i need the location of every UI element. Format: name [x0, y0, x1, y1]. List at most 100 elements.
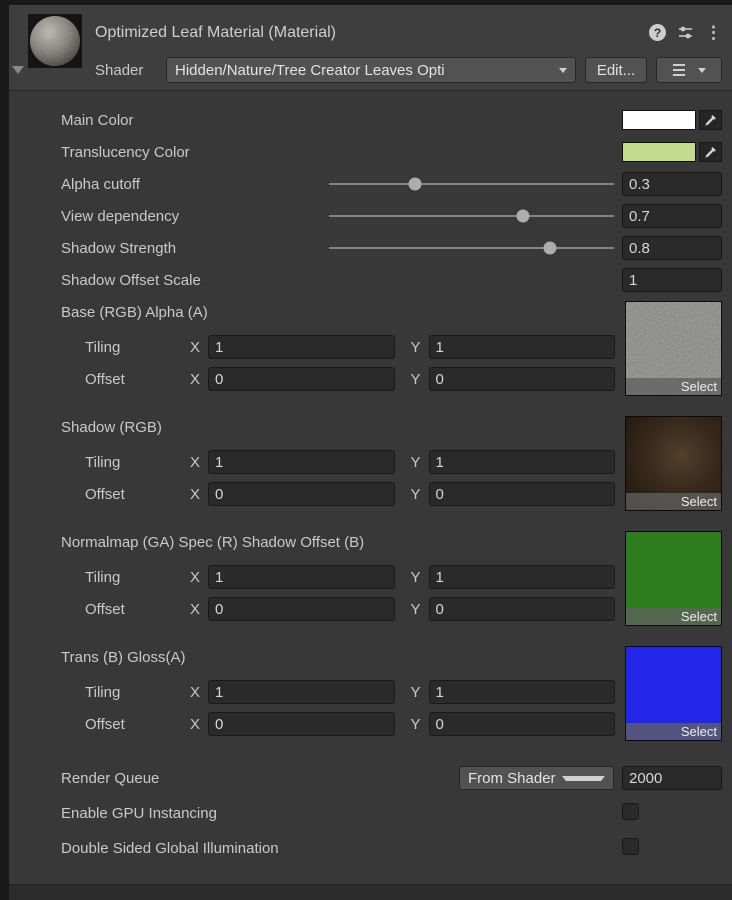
alpha-cutoff-input[interactable] [622, 172, 722, 196]
shader-dropdown[interactable]: Hidden/Nature/Tree Creator Leaves Opti [166, 57, 576, 83]
texture-thumbnail[interactable]: Select [625, 531, 722, 626]
property-label: Alpha cutoff [61, 176, 329, 193]
y-axis-label: Y [411, 486, 429, 503]
material-footer: Render Queue From Shader Enable GPU Inst… [61, 765, 722, 861]
texture-slot-trans: Trans (B) Gloss(A) Select Tiling X Y Off… [61, 646, 722, 737]
presets-icon[interactable] [677, 24, 694, 41]
x-axis-label: X [190, 339, 208, 356]
offset-row: Offset X Y [85, 596, 615, 622]
texture-thumbnail[interactable]: Select [625, 646, 722, 741]
slider-track[interactable] [329, 247, 614, 249]
property-label: Shadow Strength [61, 240, 329, 257]
tiling-y-input[interactable] [429, 335, 616, 359]
edit-shader-button[interactable]: Edit... [585, 57, 647, 83]
offset-label: Offset [85, 371, 190, 388]
offset-x-input[interactable] [208, 367, 395, 391]
tiling-y-input[interactable] [429, 565, 616, 589]
tiling-label: Tiling [85, 454, 190, 471]
offset-label: Offset [85, 601, 190, 618]
offset-y-input[interactable] [429, 712, 616, 736]
offset-row: Offset X Y [85, 711, 615, 737]
material-inspector-window: Optimized Leaf Material (Material) ? ⋮ S… [0, 0, 732, 900]
view-dependency-slider[interactable] [329, 203, 614, 229]
texture-select-button[interactable]: Select [626, 493, 721, 510]
tiling-row: Tiling X Y [85, 449, 615, 475]
texture-select-button[interactable]: Select [626, 608, 721, 625]
color-field [622, 110, 722, 130]
tiling-y-input[interactable] [429, 450, 616, 474]
tiling-x-input[interactable] [208, 335, 395, 359]
slider-knob[interactable] [516, 210, 529, 223]
x-axis-label: X [190, 454, 208, 471]
view-dependency-input[interactable] [622, 204, 722, 228]
main-color-row: Main Color [61, 107, 722, 133]
sphere-preview-image [29, 15, 81, 67]
alpha-cutoff-slider[interactable] [329, 171, 614, 197]
y-axis-label: Y [411, 716, 429, 733]
x-axis-label: X [190, 716, 208, 733]
tiling-x-input[interactable] [208, 680, 395, 704]
offset-x-input[interactable] [208, 482, 395, 506]
y-axis-label: Y [411, 569, 429, 586]
render-queue-input[interactable] [622, 766, 722, 790]
tiling-label: Tiling [85, 339, 190, 356]
texture-label: Trans (B) Gloss(A) [61, 646, 615, 670]
property-label: Shadow Offset Scale [61, 272, 329, 289]
eyedropper-button[interactable] [699, 142, 722, 162]
double-sided-gi-checkbox[interactable] [622, 838, 639, 855]
texture-slot-shadow: Shadow (RGB) Select Tiling X Y Offset X … [61, 416, 722, 507]
property-label: View dependency [61, 208, 329, 225]
help-icon[interactable]: ? [649, 24, 666, 41]
chevron-down-icon [559, 68, 567, 73]
texture-slot-base: Base (RGB) Alpha (A) Select Tiling [61, 301, 722, 392]
property-label: Translucency Color [61, 144, 329, 161]
offset-x-input[interactable] [208, 597, 395, 621]
eyedropper-icon [704, 146, 717, 159]
texture-select-button[interactable]: Select [626, 378, 721, 395]
slider-track[interactable] [329, 183, 614, 185]
gpu-instancing-checkbox[interactable] [622, 803, 639, 820]
offset-row: Offset X Y [85, 481, 615, 507]
offset-row: Offset X Y [85, 366, 615, 392]
tiling-x-input[interactable] [208, 450, 395, 474]
shadow-offset-scale-input[interactable] [622, 268, 722, 292]
main-color-swatch[interactable] [622, 110, 696, 130]
material-foldout-arrow[interactable] [12, 66, 24, 74]
offset-label: Offset [85, 486, 190, 503]
translucency-color-swatch[interactable] [622, 142, 696, 162]
tiling-y-input[interactable] [429, 680, 616, 704]
offset-x-input[interactable] [208, 712, 395, 736]
y-axis-label: Y [411, 371, 429, 388]
property-label: Main Color [61, 112, 329, 129]
more-menu-icon[interactable]: ⋮ [705, 24, 722, 41]
texture-select-button[interactable]: Select [626, 723, 721, 740]
eyedropper-button[interactable] [699, 110, 722, 130]
shadow-strength-input[interactable] [622, 236, 722, 260]
texture-label: Normalmap (GA) Spec (R) Shadow Offset (B… [61, 531, 615, 555]
double-sided-gi-row: Double Sided Global Illumination [61, 835, 722, 861]
double-sided-gi-label: Double Sided Global Illumination [61, 840, 279, 857]
render-queue-row: Render Queue From Shader [61, 765, 722, 791]
tiling-x-input[interactable] [208, 565, 395, 589]
slider-knob[interactable] [408, 178, 421, 191]
gpu-instancing-label: Enable GPU Instancing [61, 805, 217, 822]
x-axis-label: X [190, 486, 208, 503]
shadow-strength-slider[interactable] [329, 235, 614, 261]
material-preview-sphere [28, 14, 82, 68]
tiling-row: Tiling X Y [85, 334, 615, 360]
offset-y-input[interactable] [429, 482, 616, 506]
slider-knob[interactable] [543, 242, 556, 255]
shader-menu-button[interactable] [656, 57, 722, 83]
texture-thumbnail[interactable]: Select [625, 301, 722, 396]
chevron-down-icon [562, 776, 605, 781]
offset-y-input[interactable] [429, 597, 616, 621]
tiling-label: Tiling [85, 684, 190, 701]
offset-y-input[interactable] [429, 367, 616, 391]
material-header: Optimized Leaf Material (Material) ? ⋮ S… [9, 5, 732, 91]
texture-thumbnail[interactable]: Select [625, 416, 722, 511]
render-queue-dropdown[interactable]: From Shader [459, 766, 614, 790]
chevron-down-icon [698, 68, 706, 73]
slider-track[interactable] [329, 215, 614, 217]
shader-row: Shader Hidden/Nature/Tree Creator Leaves… [95, 57, 722, 83]
shader-dropdown-value: Hidden/Nature/Tree Creator Leaves Opti [175, 62, 553, 79]
